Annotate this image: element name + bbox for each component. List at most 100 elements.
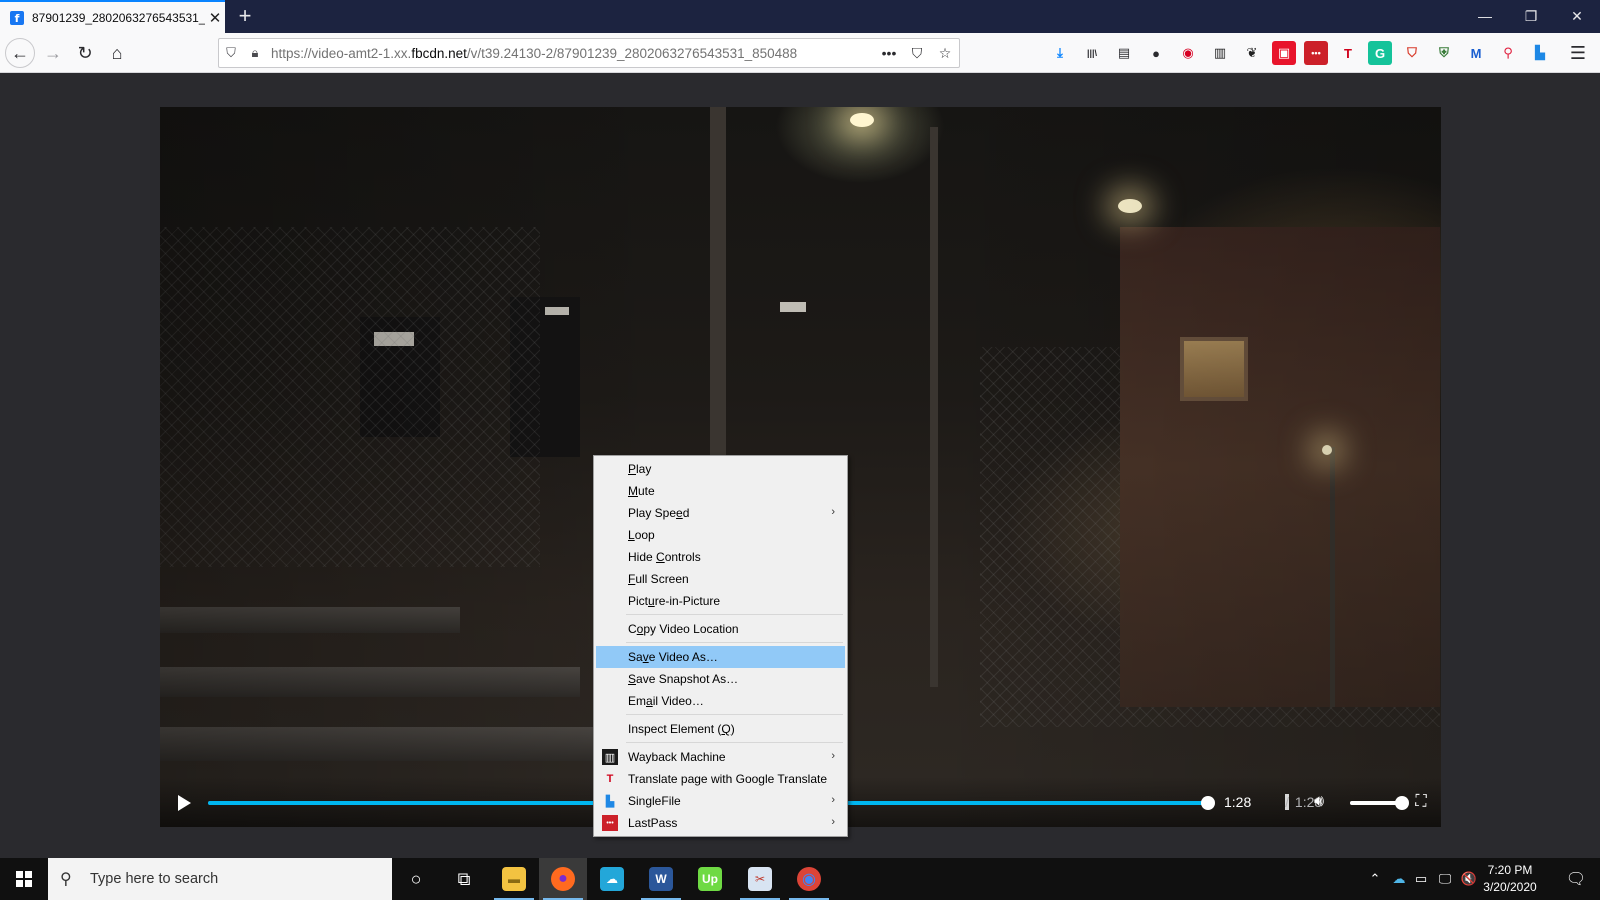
- lock-icon[interactable]: 🔒︎: [243, 45, 267, 61]
- taskbar-app-word[interactable]: W: [637, 858, 685, 900]
- menu-separator: [626, 742, 843, 743]
- system-clock[interactable]: 7:20 PM 3/20/2020: [1468, 862, 1552, 896]
- url-text[interactable]: https://video-amt2-1.xx.fbcdn.net/v/t39.…: [267, 46, 875, 61]
- menu-item-label: Play Speed: [628, 506, 690, 520]
- home-button[interactable]: ⌂: [102, 38, 132, 68]
- taskbar-app-snip-app[interactable]: ✂: [736, 858, 784, 900]
- menu-separator: [626, 642, 843, 643]
- upwork-icon: Up: [698, 867, 722, 891]
- minimize-button[interactable]: —: [1462, 0, 1508, 33]
- arrow-left-icon: ←: [11, 42, 29, 63]
- battery-icon[interactable]: ▭: [1410, 858, 1432, 900]
- clock-time: 7:20 PM: [1487, 863, 1533, 877]
- taskbar-app-firefox[interactable]: ●: [539, 858, 587, 900]
- downloads-icon[interactable]: ⤓: [1048, 41, 1072, 65]
- hamburger-menu-icon[interactable]: ☰: [1566, 41, 1590, 65]
- addon-pin-icon[interactable]: ⚲: [1496, 41, 1520, 65]
- network-icon[interactable]: 🖵: [1434, 858, 1456, 900]
- url-domain: fbcdn.net: [411, 45, 467, 61]
- taskbar-search-box[interactable]: ⚲ Type here to search: [48, 858, 392, 900]
- menu-item-inspect-element-q[interactable]: Inspect Element (Q): [596, 718, 845, 740]
- menu-item-hide-controls[interactable]: Hide Controls: [596, 546, 845, 568]
- volume-slider[interactable]: [1350, 796, 1409, 810]
- close-tab-icon[interactable]: ✕: [205, 9, 225, 27]
- addon-bird-icon[interactable]: ❦: [1240, 41, 1264, 65]
- snip-app-icon: ✂: [748, 867, 772, 891]
- menu-item-email-video[interactable]: Email Video…: [596, 690, 845, 712]
- start-button[interactable]: [0, 858, 48, 900]
- menu-item-singlefile[interactable]: ▙ SingleFile ›: [596, 790, 845, 812]
- menu-separator: [626, 714, 843, 715]
- wayback-machine-icon[interactable]: ▥: [1208, 41, 1232, 65]
- url-path: /v/t39.24130-2/87901239_2802063276543531…: [466, 45, 798, 61]
- reload-button[interactable]: ↻: [70, 38, 100, 68]
- pocket-shield-icon[interactable]: ⛉: [1400, 41, 1424, 65]
- menu-item-translate-page-with-google-translate[interactable]: T Translate page with Google Translate: [596, 768, 845, 790]
- addon-red-round-icon[interactable]: ◉: [1176, 41, 1200, 65]
- speaker-icon[interactable]: 🔊︎: [1314, 793, 1334, 813]
- taskbar-app-cloud-app[interactable]: ☁: [588, 858, 636, 900]
- scrubber-handle[interactable]: [1201, 796, 1215, 810]
- menu-item-label: Play: [628, 462, 652, 476]
- menu-item-wayback-machine[interactable]: ▥ Wayback Machine ›: [596, 746, 845, 768]
- close-window-button[interactable]: ✕: [1554, 0, 1600, 33]
- pocket-icon[interactable]: ⛉: [903, 45, 931, 62]
- menu-item-lastpass[interactable]: ••• LastPass ›: [596, 812, 845, 834]
- windows-logo-icon: [16, 871, 32, 887]
- google-translate-icon[interactable]: T: [1336, 41, 1360, 65]
- back-button[interactable]: ←: [5, 38, 35, 68]
- restore-button[interactable]: ❐: [1508, 0, 1554, 33]
- menu-item-play-speed[interactable]: Play Speed ›: [596, 502, 845, 524]
- menu-item-label: SingleFile: [628, 794, 681, 808]
- page-actions-icon[interactable]: •••: [875, 45, 903, 61]
- singlefile-icon: ▙: [605, 795, 615, 808]
- video-context-menu: Play Mute Play Speed › Loop Hide Controls Full…: [593, 455, 848, 837]
- taskbar-app-file-explorer[interactable]: ▬: [490, 858, 538, 900]
- forward-button[interactable]: →: [38, 38, 68, 68]
- menu-item-label: Mute: [628, 484, 655, 498]
- facebook-favicon-icon: f: [10, 10, 24, 25]
- menu-item-save-video-as[interactable]: Save Video As…: [596, 646, 845, 668]
- word-icon: W: [649, 867, 673, 891]
- submenu-chevron-icon: ›: [831, 794, 835, 806]
- file-explorer-icon: ▬: [502, 867, 526, 891]
- tray-overflow-chevron-icon[interactable]: ⌃: [1364, 858, 1386, 900]
- action-center-icon[interactable]: 🗨: [1556, 858, 1596, 900]
- addon-m-icon[interactable]: M: [1464, 41, 1488, 65]
- menu-item-loop[interactable]: Loop: [596, 524, 845, 546]
- taskbar-app-chrome[interactable]: ◉: [785, 858, 833, 900]
- menu-item-picture-in-picture[interactable]: Picture-in-Picture: [596, 590, 845, 612]
- menu-item-copy-video-location[interactable]: Copy Video Location: [596, 618, 845, 640]
- volume-handle[interactable]: [1394, 796, 1409, 810]
- addon-red-square-icon[interactable]: ▣: [1272, 41, 1296, 65]
- submenu-chevron-icon: ›: [831, 506, 835, 518]
- singlefile-icon[interactable]: ▙: [1528, 41, 1552, 65]
- menu-item-save-snapshot-as[interactable]: Save Snapshot As…: [596, 668, 845, 690]
- onedrive-icon[interactable]: ☁: [1388, 858, 1410, 900]
- submenu-chevron-icon: ›: [831, 816, 835, 828]
- grammarly-icon[interactable]: G: [1368, 41, 1392, 65]
- new-tab-button[interactable]: +: [232, 3, 258, 29]
- bookmark-star-icon[interactable]: ☆: [931, 45, 959, 62]
- taskbar-app-cortana[interactable]: ○: [392, 858, 440, 900]
- play-icon[interactable]: [174, 793, 194, 813]
- sidebar-icon[interactable]: ▤: [1112, 41, 1136, 65]
- privacy-badger-icon[interactable]: ⛨: [1432, 41, 1456, 65]
- menu-item-play[interactable]: Play: [596, 458, 845, 480]
- fullscreen-icon[interactable]: ⛶: [1410, 791, 1432, 813]
- tracking-shield-icon[interactable]: ⛉: [219, 45, 243, 61]
- menu-item-label: Hide Controls: [628, 550, 701, 564]
- library-icon[interactable]: |||\: [1080, 41, 1104, 65]
- tab-video[interactable]: f 87901239_2802063276543531_8504... ✕: [0, 0, 225, 33]
- cloud-app-icon: ☁: [600, 867, 624, 891]
- url-bar[interactable]: ⛉ 🔒︎ https://video-amt2-1.xx.fbcdn.net/v…: [218, 38, 960, 68]
- tab-title: 87901239_2802063276543531_8504...: [32, 10, 205, 25]
- taskbar-app-upwork[interactable]: Up: [686, 858, 734, 900]
- menu-item-label: Loop: [628, 528, 655, 542]
- menu-item-full-screen[interactable]: Full Screen: [596, 568, 845, 590]
- taskbar-app-task-view[interactable]: ⧉: [440, 858, 488, 900]
- account-icon[interactable]: ●: [1144, 41, 1168, 65]
- lastpass-icon[interactable]: •••: [1304, 41, 1328, 65]
- submenu-chevron-icon: ›: [831, 750, 835, 762]
- menu-item-mute[interactable]: Mute: [596, 480, 845, 502]
